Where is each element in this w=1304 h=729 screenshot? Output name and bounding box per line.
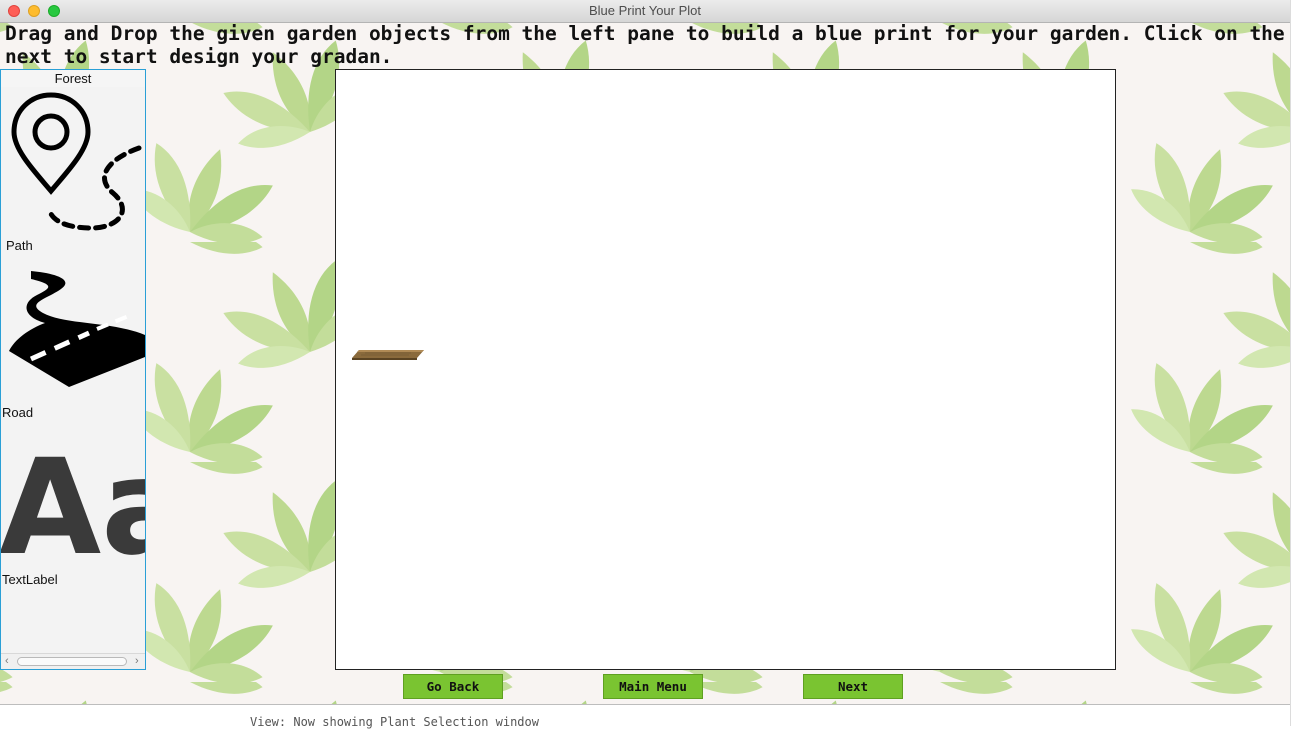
palette-item-path-label: Path: [6, 238, 33, 253]
go-back-button[interactable]: Go Back: [403, 674, 503, 699]
object-palette: Forest Path Road Aa TextLabel ‹ ›: [0, 69, 146, 670]
palette-item-textlabel-label: TextLabel: [2, 572, 58, 587]
wooden-plank[interactable]: [351, 347, 425, 363]
background-window-edge: [1290, 0, 1304, 726]
palette-horizontal-scrollbar[interactable]: ‹ ›: [1, 653, 145, 669]
scroll-left-icon[interactable]: ‹: [5, 655, 9, 667]
curved-road-icon[interactable]: [1, 255, 145, 405]
title-bar: Blue Print Your Plot: [0, 0, 1290, 23]
instructions-text: Drag and Drop the given garden objects f…: [5, 22, 1285, 68]
palette-item-road-label: Road: [2, 405, 34, 420]
text-aa-glyph: Aa: [1, 431, 145, 572]
next-button[interactable]: Next: [803, 674, 903, 699]
palette-header: Forest: [1, 70, 145, 87]
main-menu-button[interactable]: Main Menu: [603, 674, 703, 699]
scrollbar-thumb[interactable]: [17, 657, 127, 666]
window-title: Blue Print Your Plot: [588, 3, 702, 18]
map-pin-dotted-path-icon[interactable]: [1, 88, 145, 238]
text-aa-icon[interactable]: Aa: [1, 422, 145, 572]
app-window: Blue Print Your Plot Drag and Drop the g…: [0, 0, 1290, 704]
console-output-line: View: Now showing Plant Selection window: [250, 715, 539, 729]
scroll-right-icon[interactable]: ›: [135, 655, 139, 667]
blueprint-canvas[interactable]: [335, 69, 1116, 670]
